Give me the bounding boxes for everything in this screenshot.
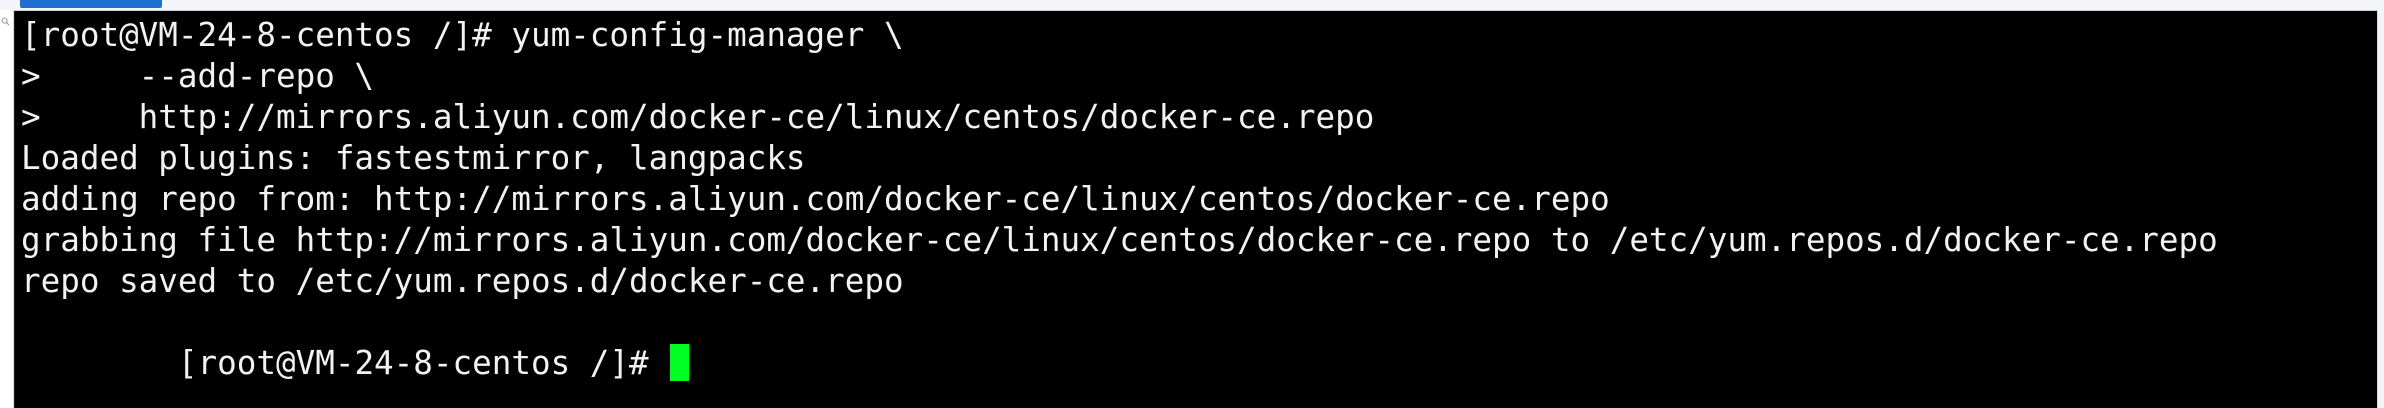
- search-icon[interactable]: [1, 17, 10, 26]
- window-top-strip: [0, 0, 2384, 11]
- prompt-text: [root@VM-24-8-centos /]#: [177, 344, 669, 382]
- output-line: grabbing file http://mirrors.aliyun.com/…: [21, 221, 2218, 259]
- terminal-window: [root@VM-24-8-centos /]# yum-config-mana…: [0, 0, 2384, 408]
- terminal-lines: [root@VM-24-8-centos /]# yum-config-mana…: [21, 15, 2218, 382]
- current-prompt-line[interactable]: [root@VM-24-8-centos /]#: [21, 302, 2218, 382]
- output-line: Loaded plugins: fastestmirror, langpacks: [21, 139, 806, 177]
- active-tab[interactable]: [20, 0, 162, 8]
- output-line: adding repo from: http://mirrors.aliyun.…: [21, 180, 1610, 218]
- left-tool-rail: [0, 10, 14, 408]
- terminal-output[interactable]: [root@VM-24-8-centos /]# yum-config-mana…: [14, 11, 2379, 408]
- command-line: [root@VM-24-8-centos /]# yum-config-mana…: [21, 16, 904, 54]
- command-continuation-line: > --add-repo \: [21, 57, 375, 95]
- output-line: repo saved to /etc/yum.repos.d/docker-ce…: [21, 262, 904, 300]
- text-cursor: [670, 344, 690, 381]
- command-continuation-line: > http://mirrors.aliyun.com/docker-ce/li…: [21, 98, 1375, 136]
- window-right-edge: [2377, 10, 2384, 408]
